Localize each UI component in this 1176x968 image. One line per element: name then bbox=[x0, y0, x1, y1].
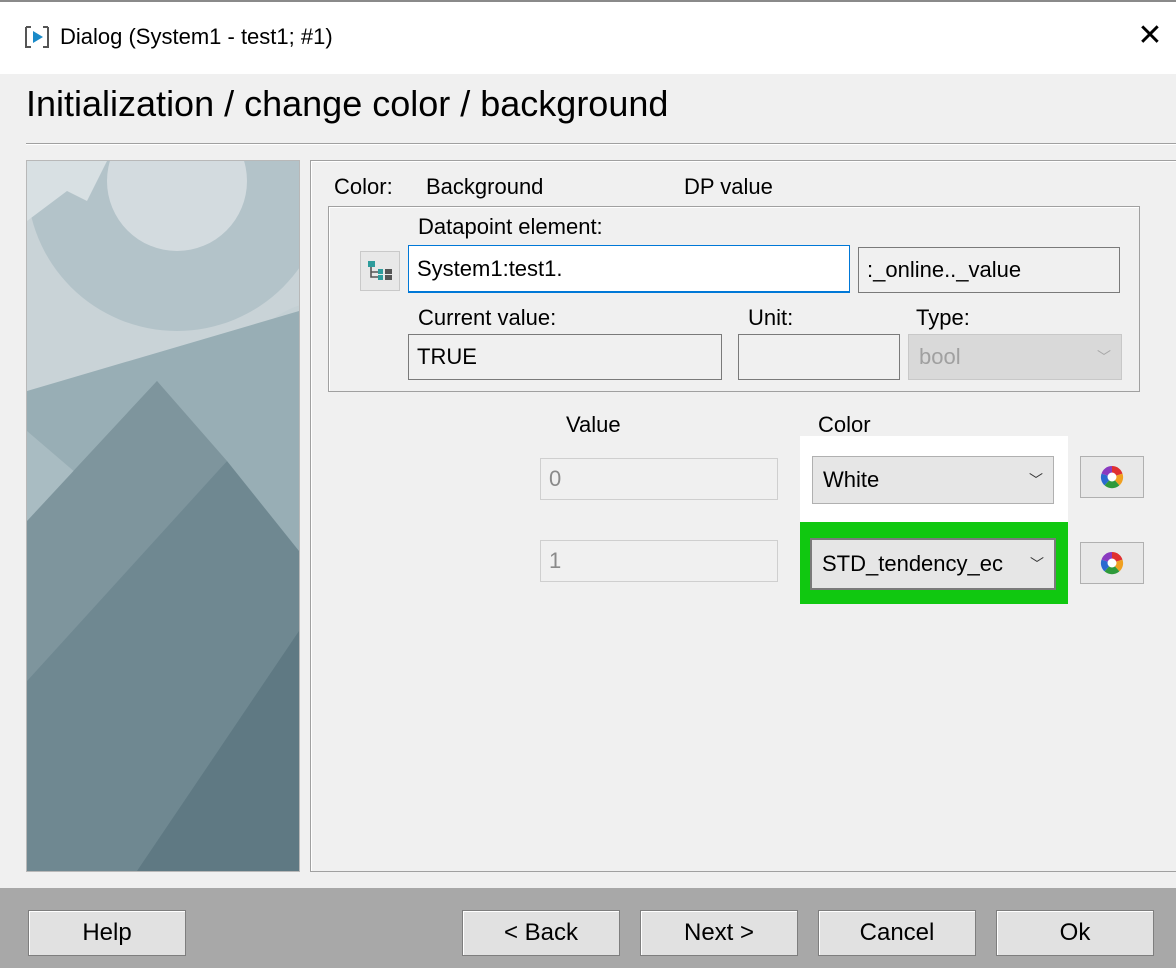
datapoint-label: Datapoint element: bbox=[418, 214, 603, 239]
color-source-label: DP value bbox=[684, 174, 773, 199]
page-title: Initialization / change color / backgrou… bbox=[26, 83, 669, 124]
unit-field[interactable] bbox=[738, 334, 900, 380]
color-target-label: Background bbox=[426, 174, 544, 199]
datapoint-element-input[interactable]: System1:test1. bbox=[408, 245, 850, 293]
color-wheel-icon bbox=[1100, 465, 1124, 489]
color-wheel-button-0[interactable] bbox=[1080, 456, 1144, 498]
close-icon[interactable]: ✕ bbox=[1134, 20, 1166, 52]
type-select: bool ﹀ bbox=[908, 334, 1122, 380]
chevron-down-icon: ﹀ bbox=[1097, 349, 1111, 365]
type-select-value: bool bbox=[919, 344, 961, 369]
back-button[interactable]: < Back bbox=[462, 910, 620, 956]
config-field[interactable]: :_online.._value bbox=[858, 247, 1120, 293]
current-value-label: Current value: bbox=[418, 305, 557, 330]
value-field-0[interactable]: 0 bbox=[540, 458, 778, 500]
color-select-0-value: White bbox=[823, 467, 880, 492]
color-wheel-button-1[interactable] bbox=[1080, 542, 1144, 584]
value-column-header: Value bbox=[566, 412, 621, 437]
color-column-header: Color bbox=[818, 412, 871, 437]
wizard-side-image bbox=[26, 160, 300, 872]
value-field-1[interactable]: 1 bbox=[540, 540, 778, 582]
cancel-button[interactable]: Cancel bbox=[818, 910, 976, 956]
color-select-0[interactable]: White ﹀ bbox=[812, 456, 1054, 504]
current-value-field[interactable]: TRUE bbox=[408, 334, 722, 380]
help-button[interactable]: Help bbox=[28, 910, 186, 956]
chevron-down-icon: ﹀ bbox=[1029, 472, 1043, 488]
play-dialog-icon bbox=[24, 25, 50, 49]
unit-label: Unit: bbox=[748, 305, 794, 330]
color-label: Color: bbox=[334, 174, 393, 199]
chevron-down-icon: ﹀ bbox=[1030, 556, 1044, 572]
type-label: Type: bbox=[916, 305, 970, 330]
heading-divider bbox=[26, 143, 1176, 145]
next-button[interactable]: Next > bbox=[640, 910, 798, 956]
ok-button[interactable]: Ok bbox=[996, 910, 1154, 956]
color-select-1[interactable]: STD_tendency_ec ﹀ bbox=[810, 538, 1056, 590]
window-title: Dialog (System1 - test1; #1) bbox=[60, 24, 333, 49]
color-wheel-icon bbox=[1100, 551, 1124, 575]
color-select-1-value: STD_tendency_ec bbox=[822, 551, 1003, 576]
datapoint-tree-icon[interactable] bbox=[360, 251, 400, 291]
